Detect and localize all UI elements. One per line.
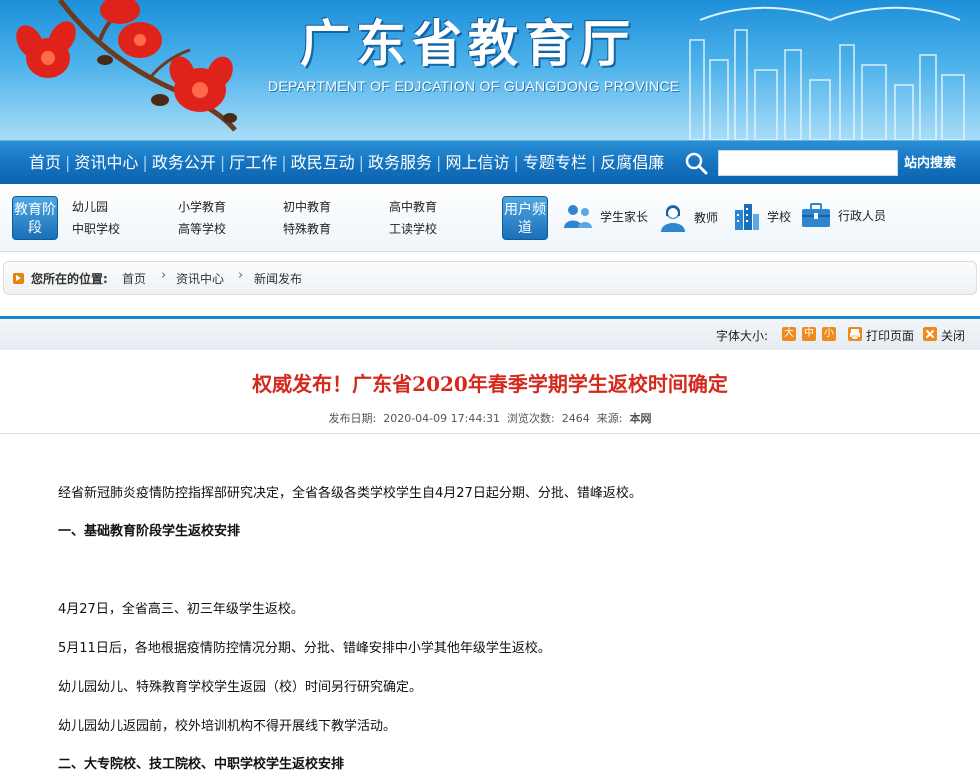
nav-services[interactable]: 政务服务 bbox=[365, 141, 435, 185]
stage-link-higher-ed[interactable]: 高等学校 bbox=[178, 220, 226, 237]
view-count: 2464 bbox=[561, 412, 590, 425]
user-channel-label: 学生家长 bbox=[600, 209, 649, 224]
breadcrumb: 您所在的位置: 首页 › 资讯中心 › 新闻发布 bbox=[3, 261, 977, 295]
font-size-label: 字体大小: bbox=[716, 329, 769, 343]
education-stage-tag: 教育阶段 bbox=[12, 196, 58, 240]
print-icon[interactable] bbox=[848, 327, 862, 341]
font-size-small-button[interactable]: 小 bbox=[822, 327, 836, 341]
article-paragraph: 5月11日后，各地根据疫情防控情况分期、分批、错峰安排中小学其他年级学生返校。 bbox=[58, 641, 551, 656]
breadcrumb-label: 您所在的位置: bbox=[31, 272, 108, 286]
article-section-heading: 一、基础教育阶段学生返校安排 bbox=[58, 524, 241, 539]
site-search-input[interactable] bbox=[718, 150, 898, 176]
article-paragraph: 幼儿园幼儿、特殊教育学校学生返园（校）时间另行研究确定。 bbox=[58, 680, 423, 695]
nav-separator: | bbox=[142, 153, 148, 172]
stage-link-vocational[interactable]: 中职学校 bbox=[72, 220, 120, 237]
divider bbox=[0, 433, 980, 434]
chevron-right-icon: › bbox=[161, 268, 167, 283]
nav-petition[interactable]: 网上信访 bbox=[442, 141, 512, 185]
nav-department-work[interactable]: 厅工作 bbox=[226, 141, 280, 185]
article-paragraph: 幼儿园幼儿返园前，校外培训机构不得开展线下教学活动。 bbox=[58, 719, 397, 734]
chevron-right-icon: › bbox=[238, 268, 244, 283]
breadcrumb-home[interactable]: 首页 bbox=[122, 270, 146, 287]
kapok-flower-decoration bbox=[16, 0, 237, 132]
nav-separator: | bbox=[513, 153, 519, 172]
site-subtitle: DEPARTMENT OF EDJCATION OF GUANGDONG PRO… bbox=[268, 78, 680, 94]
stage-link-primary[interactable]: 小学教育 bbox=[178, 198, 226, 215]
article-title: 权威发布！广东省2020年春季学期学生返校时间确定 bbox=[252, 372, 728, 396]
briefcase-icon bbox=[802, 203, 830, 227]
nav-separator: | bbox=[219, 153, 226, 172]
channel-nav: 教育阶段 幼儿园 小学教育 初中教育 高中教育 中职学校 高等学校 特殊教育 工… bbox=[0, 184, 980, 252]
close-link[interactable]: 关闭 bbox=[941, 327, 965, 344]
nav-separator: | bbox=[65, 153, 71, 172]
site-title: 广东省教育厅 bbox=[300, 15, 636, 73]
main-nav: 首页 | 资讯中心 | 政务公开 | 厅工作 | 政民互动 | 政务服务 | 网上信访 | 专… bbox=[0, 140, 980, 184]
user-channel-label: 学校 bbox=[767, 209, 792, 224]
breadcrumb-news-release[interactable]: 新闻发布 bbox=[254, 270, 302, 287]
article-toolbar: 字体大小: 大 中 小 打印页面 关闭 bbox=[0, 316, 980, 350]
nav-special-topics[interactable]: 专题专栏 bbox=[520, 141, 590, 185]
parents-icon bbox=[564, 205, 592, 228]
stage-link-junior-high[interactable]: 初中教育 bbox=[283, 198, 331, 215]
location-arrow-icon bbox=[13, 273, 24, 284]
search-icon[interactable] bbox=[684, 151, 708, 175]
source-label: 来源: bbox=[596, 412, 623, 425]
stage-link-reform-school[interactable]: 工读学校 bbox=[389, 220, 437, 237]
stage-link-senior-high[interactable]: 高中教育 bbox=[389, 198, 437, 215]
article-paragraph: 经省新冠肺炎疫情防控指挥部研究决定，全省各级各类学校学生自4月27日起分期、分批… bbox=[58, 486, 642, 501]
user-channel-tag: 用户频道 bbox=[502, 196, 548, 240]
user-channel-teacher[interactable]: 教师 bbox=[658, 202, 718, 232]
nav-interaction[interactable]: 政民互动 bbox=[288, 141, 358, 185]
site-search-button[interactable]: 站内搜索 bbox=[904, 152, 956, 171]
font-size-medium-button[interactable]: 中 bbox=[802, 327, 816, 341]
user-channel-label: 教师 bbox=[694, 210, 719, 225]
nav-separator: | bbox=[358, 153, 365, 172]
nav-news-center[interactable]: 资讯中心 bbox=[71, 141, 141, 185]
font-size-large-button[interactable]: 大 bbox=[782, 327, 796, 341]
nav-government-affairs[interactable]: 政务公开 bbox=[149, 141, 219, 185]
nav-separator: | bbox=[590, 153, 597, 172]
nav-anti-corruption[interactable]: 反腐倡廉 bbox=[597, 141, 667, 185]
article-section-heading: 二、大专院校、技工院校、中职学校学生返校安排 bbox=[58, 757, 345, 772]
stage-link-special-ed[interactable]: 特殊教育 bbox=[283, 220, 331, 237]
nav-home[interactable]: 首页 bbox=[26, 141, 64, 185]
teacher-icon bbox=[661, 205, 685, 232]
article-paragraph: 4月27日，全省高三、初三年级学生返校。 bbox=[58, 602, 304, 617]
user-channel-label: 行政人员 bbox=[838, 208, 887, 223]
article-meta: 发布日期: 2020-04-09 17:44:31 浏览次数: 2464 来源:… bbox=[0, 410, 980, 426]
user-channel-parents[interactable]: 学生家长 bbox=[562, 202, 648, 230]
print-page-link[interactable]: 打印页面 bbox=[866, 327, 914, 344]
view-count-label: 浏览次数: bbox=[507, 412, 555, 425]
publish-date-label: 发布日期: bbox=[328, 412, 377, 425]
publish-date: 2020-04-09 17:44:31 bbox=[383, 412, 501, 425]
city-skyline-decoration bbox=[689, 6, 965, 140]
breadcrumb-news-center[interactable]: 资讯中心 bbox=[176, 270, 224, 287]
main-nav-items: 首页 | 资讯中心 | 政务公开 | 厅工作 | 政民互动 | 政务服务 | 网上信访 | 专… bbox=[26, 141, 667, 185]
school-icon bbox=[735, 204, 759, 230]
nav-separator: | bbox=[436, 153, 442, 172]
site-banner: 广东省教育厅 DEPARTMENT OF EDJCATION OF GUANGD… bbox=[0, 0, 980, 140]
source-value: 本网 bbox=[629, 412, 652, 425]
nav-separator: | bbox=[281, 153, 287, 172]
close-icon[interactable] bbox=[923, 327, 937, 341]
user-channel-school[interactable]: 学校 bbox=[731, 202, 791, 230]
stage-link-kindergarten[interactable]: 幼儿园 bbox=[72, 198, 108, 215]
user-channel-administrators[interactable]: 行政人员 bbox=[800, 202, 886, 228]
